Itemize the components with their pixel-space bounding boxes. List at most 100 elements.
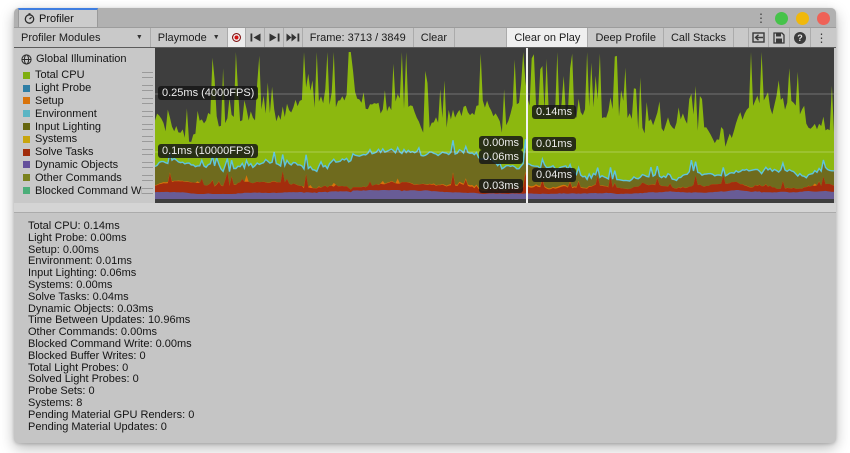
record-button[interactable] [228,28,247,47]
frame-counter: Frame: 3713 / 3849 [303,28,414,47]
profiler-window: Profiler ⋮ Profiler Modules ▼ Playmode ▼ [14,8,836,443]
legend-item[interactable]: Total CPU [14,69,155,82]
stat-line: Environment: 0.01ms [28,256,836,268]
window-menu-kebab-icon[interactable]: ⋮ [755,12,767,24]
chart-value-label: 0.00ms [479,136,523,150]
drag-handle-icon[interactable] [142,124,153,130]
drag-handle-icon[interactable] [142,149,153,155]
selected-frame-line[interactable] [526,48,528,203]
previous-frame-button[interactable] [246,28,265,47]
window-dot-green[interactable] [775,12,788,25]
current-frame-button[interactable] [284,28,303,47]
legend-color-swatch [23,187,30,194]
playmode-label: Playmode [158,32,207,44]
drag-handle-icon[interactable] [142,85,153,91]
deep-profile-button[interactable]: Deep Profile [588,28,664,47]
stat-line: Light Probe: 0.00ms [28,233,836,245]
clear-on-play-button[interactable]: Clear on Play [506,28,588,47]
drag-handle-icon[interactable] [142,136,153,142]
legend-item-label: Dynamic Objects [35,159,142,171]
profiler-toolbar: Profiler Modules ▼ Playmode ▼ Frame: 371… [14,28,836,48]
load-profile-icon [752,32,765,43]
legend-item[interactable]: Systems [14,133,155,146]
legend-color-swatch [23,149,30,156]
profiler-modules-label: Profiler Modules [21,32,100,44]
drag-handle-icon[interactable] [142,162,153,168]
legend-item-label: Blocked Command Write [35,185,142,197]
stat-line: Total CPU: 0.14ms [28,221,836,233]
legend-item-label: Total CPU [35,69,142,81]
legend-color-swatch [23,123,30,130]
chart-value-label: 0.01ms [532,137,576,151]
toolbar-menu-button[interactable]: ⋮ [811,28,832,47]
legend-color-swatch [23,97,30,104]
save-icon [773,32,785,44]
drag-handle-icon[interactable] [142,98,153,104]
legend-item[interactable]: Input Lighting [14,120,155,133]
tab-label: Profiler [39,13,74,25]
legend-item-label: Light Probe [35,82,142,94]
stats-panel: Total CPU: 0.14msLight Probe: 0.00msSetu… [14,214,836,443]
drag-handle-icon[interactable] [142,111,153,117]
legend-item[interactable]: Dynamic Objects [14,159,155,172]
legend-color-swatch [23,174,30,181]
stat-line: Input Lighting: 0.06ms [28,268,836,280]
chart-value-label: 0.04ms [532,168,576,182]
module-header[interactable]: Global Illumination [14,51,155,67]
call-stacks-button[interactable]: Call Stacks [664,28,734,47]
legend-item[interactable]: Setup [14,95,155,108]
profiler-gauge-icon [24,13,35,24]
drag-handle-icon[interactable] [142,188,153,194]
chevron-down-icon: ▼ [136,34,143,41]
drag-handle-icon[interactable] [142,72,153,78]
legend-item[interactable]: Environment [14,107,155,120]
window-dot-red[interactable] [817,12,830,25]
legend-item[interactable]: Blocked Command Write [14,184,155,197]
legend-item-label: Setup [35,95,142,107]
gi-chart[interactable]: 0.25ms (4000FPS) 0.1ms (10000FPS) 0.14ms 0.… [155,48,834,203]
title-bar: Profiler ⋮ [14,8,836,28]
legend-color-swatch [23,85,30,92]
drag-handle-icon[interactable] [142,175,153,181]
stat-line: Solved Light Probes: 0 [28,374,836,386]
stat-line: Blocked Command Write: 0.00ms [28,339,836,351]
next-frame-button[interactable] [265,28,284,47]
save-profile-button[interactable] [769,28,790,47]
legend-item-label: Solve Tasks [35,146,142,158]
stat-line: Pending Material GPU Renders: 0 [28,410,836,422]
load-profile-button[interactable] [748,28,769,47]
panel-divider [14,203,836,213]
stat-line: Total Light Probes: 0 [28,363,836,375]
legend-color-swatch [23,110,30,117]
stat-line: Systems: 0.00ms [28,280,836,292]
help-icon: ? [794,32,806,44]
stat-line: Solve Tasks: 0.04ms [28,292,836,304]
toolbar-spacer [734,28,748,47]
legend-item[interactable]: Light Probe [14,82,155,95]
stat-line: Systems: 8 [28,398,836,410]
legend-color-swatch [23,72,30,79]
legend-item[interactable]: Other Commands [14,171,155,184]
clear-button[interactable]: Clear [414,28,455,47]
chart-value-label: 0.06ms [479,150,523,164]
window-dot-yellow[interactable] [796,12,809,25]
chart-value-label: 0.14ms [532,105,576,119]
profiler-modules-dropdown[interactable]: Profiler Modules ▼ [14,28,151,47]
chart-value-label: 0.1ms (10000FPS) [158,144,258,158]
help-button[interactable]: ? [790,28,811,47]
tab-profiler[interactable]: Profiler [18,8,98,27]
legend-item[interactable]: Solve Tasks [14,146,155,159]
chart-value-label: 0.03ms [479,179,523,193]
stat-line: Pending Material Updates: 0 [28,422,836,434]
playmode-dropdown[interactable]: Playmode ▼ [151,28,228,47]
chart-value-label: 0.25ms (4000FPS) [158,86,258,100]
legend-item-label: Input Lighting [35,121,142,133]
legend-item-label: Other Commands [35,172,142,184]
stat-line: Blocked Buffer Writes: 0 [28,351,836,363]
stat-line: Probe Sets: 0 [28,386,836,398]
globe-icon [21,54,32,65]
module-row: Global Illumination Total CPU Light Prob… [14,48,836,203]
legend-item-label: Systems [35,133,142,145]
legend-item-label: Environment [35,108,142,120]
module-title: Global Illumination [36,53,127,65]
